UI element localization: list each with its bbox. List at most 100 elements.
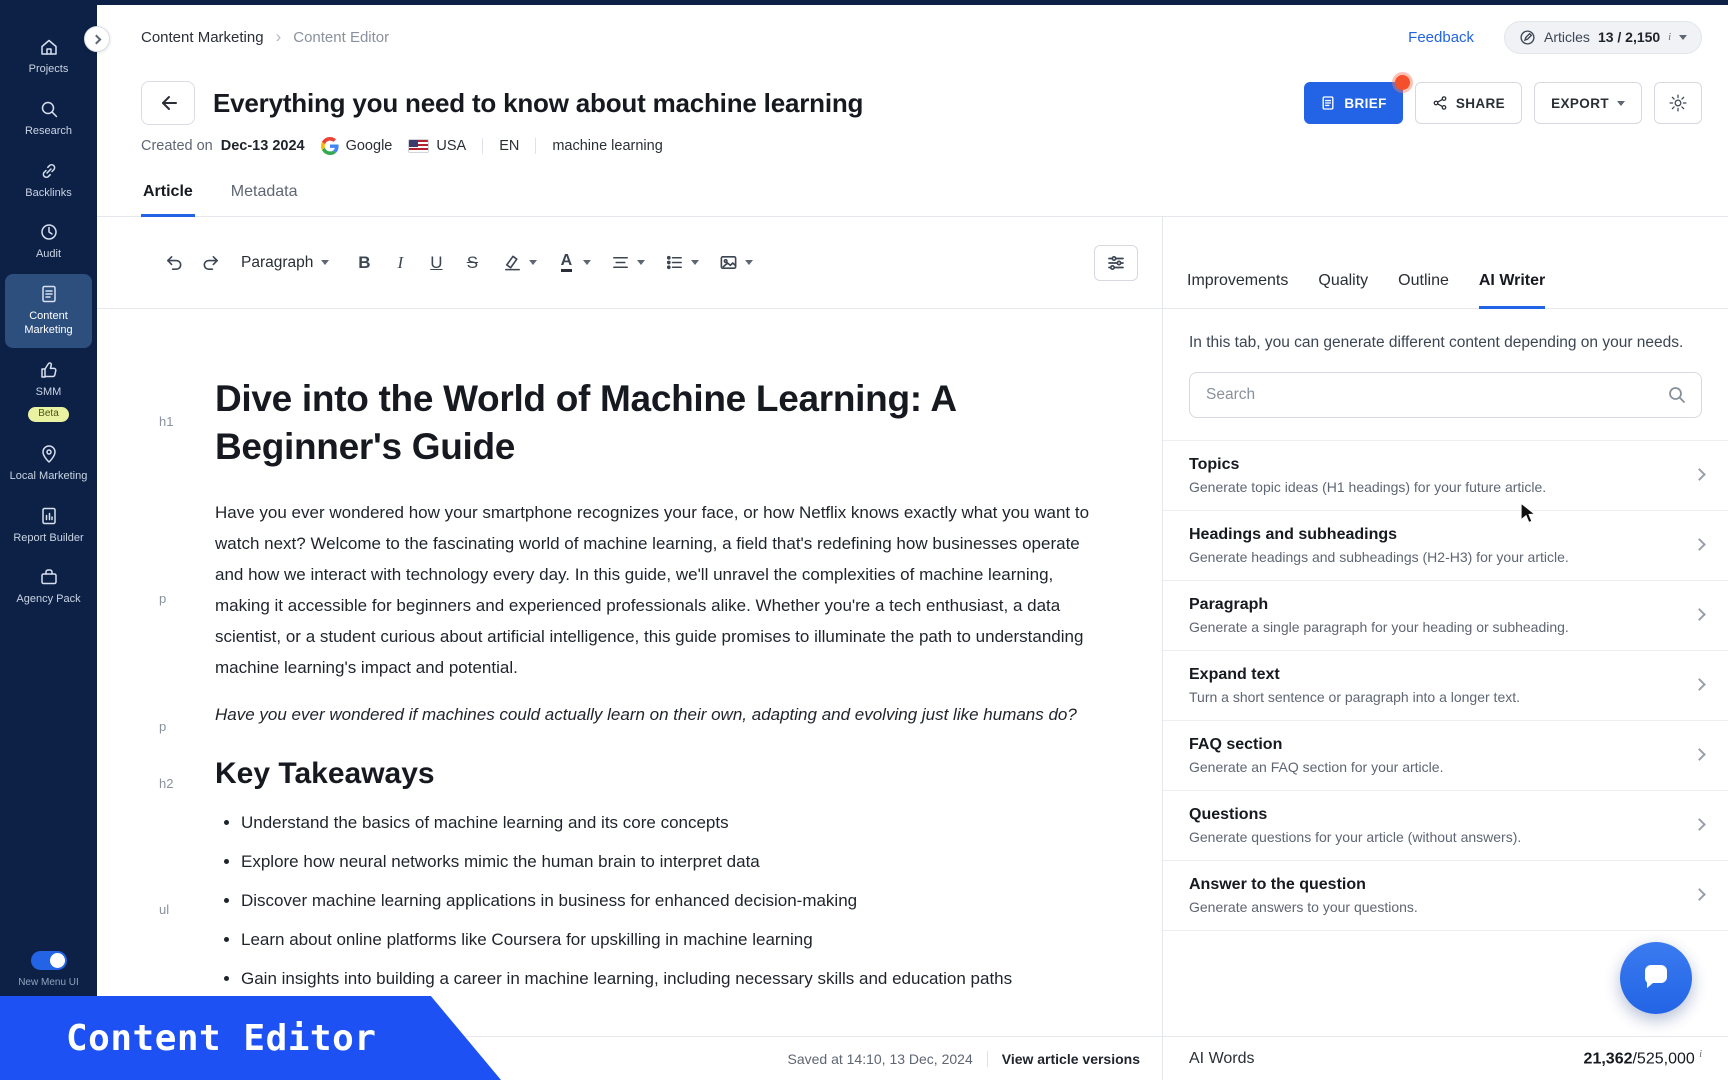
audit-icon — [40, 224, 57, 240]
tool-topics[interactable]: Topics Generate topic ideas (H1 headings… — [1163, 441, 1728, 512]
share-button[interactable]: SHARE — [1414, 82, 1523, 124]
beta-badge: Beta — [28, 407, 69, 422]
tab-ai-writer[interactable]: AI Writer — [1478, 272, 1546, 309]
redo-button[interactable] — [195, 247, 225, 279]
search-input[interactable] — [1189, 372, 1702, 419]
sidebar-item-label: Content Marketing — [24, 310, 73, 336]
tool-title: Topics — [1189, 456, 1240, 474]
list-item[interactable]: Explore how neural networks mimic the hu… — [241, 851, 1102, 873]
feedback-link[interactable]: Feedback — [1408, 29, 1474, 46]
tool-paragraph[interactable]: Paragraph Generate a single paragraph fo… — [1163, 581, 1728, 652]
thumbs-up-icon — [40, 361, 57, 378]
sidebar-item-smm[interactable]: SMM Beta — [5, 350, 92, 432]
top-bar: Content Marketing › Content Editor Feedb… — [97, 5, 1728, 69]
tab-outline[interactable]: Outline — [1398, 272, 1449, 309]
chat-widget-button[interactable] — [1620, 942, 1692, 1014]
banner-label: Content Editor — [66, 1017, 377, 1059]
ai-words-value: 21,362/525,000 i — [1584, 1049, 1702, 1068]
export-button[interactable]: EXPORT — [1534, 82, 1642, 124]
created-label: Created on — [141, 138, 213, 154]
brief-button[interactable]: BRIEF — [1304, 75, 1410, 124]
info-superscript: i — [1699, 1048, 1702, 1060]
sidebar-item-content-marketing[interactable]: Content Marketing — [5, 274, 92, 348]
image-control[interactable] — [713, 247, 754, 279]
list-control[interactable] — [659, 247, 700, 279]
toggle-knob — [49, 953, 65, 968]
text-color-icon: A — [560, 252, 573, 273]
tool-description: Generate topic ideas (H1 headings) for y… — [1189, 479, 1547, 496]
brief-icon — [1322, 96, 1334, 110]
chevron-right-icon — [1693, 747, 1706, 761]
bullet-list-icon — [666, 255, 682, 270]
tool-questions[interactable]: Questions Generate questions for your ar… — [1163, 791, 1728, 862]
back-button[interactable] — [141, 81, 195, 125]
tool-description: Generate answers to your questions. — [1189, 899, 1418, 916]
sidebar-item-research[interactable]: Research — [5, 89, 92, 149]
briefcase-icon — [40, 569, 57, 585]
bold-button[interactable]: B — [349, 247, 379, 279]
redo-icon — [203, 255, 218, 270]
sidebar-item-agency-pack[interactable]: Agency Pack — [5, 557, 92, 617]
highlight-icon — [504, 255, 520, 271]
tool-description: Generate headings and subheadings (H2-H3… — [1189, 549, 1569, 566]
export-label: EXPORT — [1551, 95, 1609, 111]
block-tag-label: h2 — [159, 775, 174, 791]
arrow-left-icon — [162, 96, 177, 110]
italic-button[interactable]: I — [385, 247, 415, 279]
country: USA — [408, 138, 466, 154]
tool-answer-to-question[interactable]: Answer to the question Generate answers … — [1163, 861, 1728, 932]
tab-article[interactable]: Article — [141, 175, 195, 217]
panel-description: In this tab, you can generate different … — [1189, 334, 1684, 351]
article-h2[interactable]: Key Takeaways — [215, 754, 1102, 794]
block-style-dropdown[interactable]: Paragraph — [241, 254, 330, 272]
sidebar-item-backlinks[interactable]: Backlinks — [5, 151, 92, 211]
undo-button[interactable] — [159, 247, 189, 279]
article-paragraph-italic[interactable]: Have you ever wondered if machines could… — [215, 699, 1102, 730]
tool-faq-section[interactable]: FAQ section Generate an FAQ section for … — [1163, 721, 1728, 792]
editor-settings-button[interactable] — [1094, 244, 1138, 281]
saved-status: Saved at 14:10, 13 Dec, 2024 — [787, 1050, 973, 1067]
article-paragraph[interactable]: Have you ever wondered how your smartpho… — [215, 497, 1102, 683]
list-item[interactable]: Gain insights into building a career in … — [241, 968, 1102, 990]
sidebar-item-projects[interactable]: Projects — [5, 27, 92, 87]
article-bullet-list[interactable]: Understand the basics of machine learnin… — [215, 812, 1102, 990]
sidebar-item-audit[interactable]: Audit — [5, 212, 92, 272]
sidebar-collapse-button[interactable] — [84, 26, 110, 52]
new-menu-ui-toggle[interactable] — [30, 951, 67, 970]
sidebar-item-label: Research — [24, 124, 73, 137]
editor-toolbar: Paragraph B I U S A — [97, 217, 1162, 309]
article-h1[interactable]: Dive into the World of Machine Learning:… — [215, 375, 1102, 471]
tab-quality[interactable]: Quality — [1318, 272, 1368, 309]
breadcrumb-content-marketing[interactable]: Content Marketing — [141, 29, 264, 46]
list-item[interactable]: Understand the basics of machine learnin… — [241, 812, 1102, 834]
ai-words-used: 21,362 — [1583, 1050, 1633, 1068]
sidebar-item-local-marketing[interactable]: Local Marketing — [5, 434, 92, 494]
search-engine: Google — [320, 137, 392, 155]
editor-content[interactable]: h1 Dive into the World of Machine Learni… — [97, 309, 1162, 1036]
breadcrumb-content-editor: Content Editor — [293, 28, 390, 46]
editor-column: Paragraph B I U S A h1 Dive into the Wor… — [97, 217, 1163, 1080]
align-control[interactable] — [605, 247, 646, 279]
chevron-right-icon — [1693, 817, 1706, 831]
language-label: EN — [499, 138, 520, 154]
highlight-color-control[interactable] — [497, 247, 538, 279]
view-article-versions-link[interactable]: View article versions — [1002, 1051, 1140, 1067]
chevron-down-icon — [691, 260, 700, 265]
articles-counter[interactable]: Articles 13 / 2,150 i — [1504, 20, 1702, 54]
strikethrough-button[interactable]: S — [457, 247, 487, 279]
tool-expand-text[interactable]: Expand text Turn a short sentence or par… — [1163, 651, 1728, 722]
tool-title: Questions — [1189, 806, 1268, 824]
main-area: Content Marketing › Content Editor Feedb… — [84, 0, 1728, 1080]
sidebar-item-report-builder[interactable]: Report Builder — [5, 496, 92, 556]
panel-tabs: Improvements Quality Outline AI Writer — [1163, 217, 1728, 309]
tool-headings-subheadings[interactable]: Headings and subheadings Generate headin… — [1163, 511, 1728, 582]
list-item[interactable]: Learn about online platforms like Course… — [241, 929, 1102, 951]
chevron-right-icon — [1693, 467, 1706, 481]
sidebar: Projects Research Backlinks Audit Conten… — [0, 0, 97, 1080]
tab-improvements[interactable]: Improvements — [1187, 272, 1288, 309]
text-color-control[interactable]: A — [551, 247, 592, 279]
underline-button[interactable]: U — [421, 247, 451, 279]
settings-button[interactable] — [1654, 82, 1702, 124]
list-item[interactable]: Discover machine learning applications i… — [241, 890, 1102, 912]
tab-metadata[interactable]: Metadata — [229, 175, 300, 217]
